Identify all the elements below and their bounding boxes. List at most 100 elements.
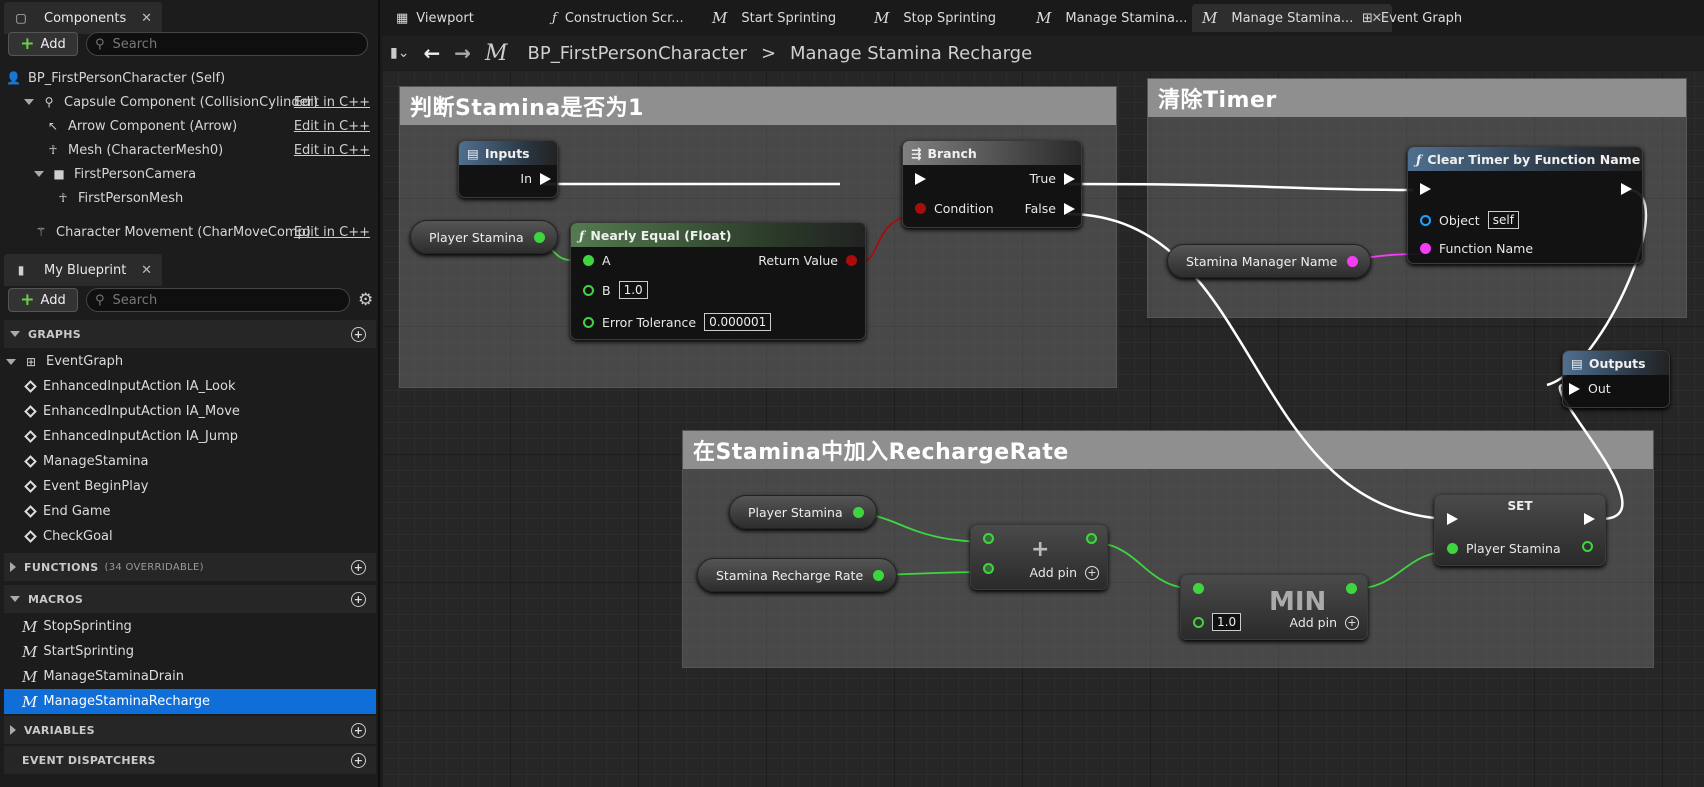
set-out-pin[interactable]	[1582, 541, 1593, 552]
edit-in-cpp-link[interactable]: Edit in C++	[294, 225, 370, 240]
false-exec-pin[interactable]: False	[1025, 201, 1075, 216]
add-node[interactable]: + Add pin +	[970, 524, 1108, 590]
tab-components[interactable]: ▢ Components ✕	[4, 2, 162, 34]
breadcrumb-class[interactable]: BP_FirstPersonCharacter	[528, 43, 747, 64]
inputs-node[interactable]: ▤ Inputs In	[458, 140, 558, 198]
back-arrow-icon[interactable]: ←	[423, 41, 440, 65]
bool-pin-icon[interactable]	[846, 255, 857, 266]
event-item[interactable]: EnhancedInputAction IA_Move	[22, 399, 376, 424]
add-variable-icon[interactable]: +	[351, 722, 366, 738]
tab-construction-script[interactable]: ƒ Construction Scr...	[542, 4, 694, 32]
name-pin-icon[interactable]	[1420, 243, 1431, 254]
event-item[interactable]: CheckGoal	[22, 524, 376, 549]
my-blueprint-add-button[interactable]: + Add	[8, 288, 78, 312]
add-pin-icon[interactable]: +	[1085, 565, 1099, 580]
object-pin-icon[interactable]	[1420, 214, 1431, 226]
float-pin-icon[interactable]	[1086, 533, 1097, 544]
add-pin-button[interactable]: Add pin +	[1029, 565, 1099, 580]
expand-icon[interactable]	[6, 358, 16, 365]
section-variables[interactable]: VARIABLES +	[4, 716, 376, 744]
tab-viewport[interactable]: ▦ Viewport	[386, 4, 484, 32]
exec-pin-icon[interactable]	[1447, 513, 1458, 525]
float-pin-icon[interactable]	[583, 316, 594, 328]
player-stamina-getter[interactable]: Player Stamina	[410, 220, 558, 254]
out-exec-pin[interactable]: Out	[1569, 381, 1611, 396]
float-pin-icon[interactable]	[1346, 583, 1357, 594]
section-functions[interactable]: FUNCTIONS (34 OVERRIDABLE) +	[4, 553, 376, 581]
add-b-pin[interactable]	[983, 563, 994, 574]
float-pin-icon[interactable]	[983, 533, 994, 544]
comment-title[interactable]: 在Stamina中加入RechargeRate	[683, 431, 1653, 469]
float-pin-icon[interactable]	[852, 506, 864, 518]
section-graphs[interactable]: GRAPHS +	[4, 320, 376, 348]
min-node[interactable]: 1.0 MIN Add pin +	[1180, 574, 1368, 640]
comment-title[interactable]: 判断Stamina是否为1	[400, 87, 1116, 125]
object-value-field[interactable]: self	[1487, 211, 1519, 229]
b-pin[interactable]: B 1.0	[583, 281, 648, 299]
exec-pin-icon[interactable]	[1064, 202, 1075, 215]
component-row-movement[interactable]: ⚚ Character Movement (CharMoveComp) Edit i…	[6, 220, 374, 244]
stamina-recharge-rate-getter[interactable]: Stamina Recharge Rate	[697, 558, 898, 592]
comment-title[interactable]: 清除Timer	[1148, 79, 1686, 117]
component-row-mesh[interactable]: ☥ Mesh (CharacterMesh0) Edit in C++	[6, 138, 374, 162]
add-out-pin[interactable]	[1086, 533, 1097, 544]
event-item[interactable]: ManageStamina	[22, 449, 376, 474]
forward-arrow-icon[interactable]: →	[454, 41, 471, 65]
edit-in-cpp-link[interactable]: Edit in C++	[294, 119, 370, 134]
branch-exec-in-pin[interactable]	[915, 173, 926, 185]
nearly-equal-node[interactable]: ƒ Nearly Equal (Float) A B 1.0 Error Toler…	[570, 222, 866, 340]
name-pin-icon[interactable]	[1347, 255, 1359, 267]
return-value-pin[interactable]: Return Value	[758, 253, 857, 268]
edit-in-cpp-link[interactable]: Edit in C++	[294, 95, 370, 110]
event-item[interactable]: End Game	[22, 499, 376, 524]
exec-pin-icon[interactable]	[915, 173, 926, 185]
event-item[interactable]: Event BeginPlay	[22, 474, 376, 499]
branch-node[interactable]: ⇶ Branch Condition True False	[902, 140, 1082, 228]
exec-pin-icon[interactable]	[1064, 172, 1075, 185]
float-pin-icon[interactable]	[1193, 583, 1204, 594]
float-pin-icon[interactable]	[1193, 616, 1204, 628]
tab-manage-stamina-drain[interactable]: M Manage Stamina...	[1026, 4, 1197, 32]
exec-pin-icon[interactable]	[1584, 513, 1595, 525]
function-name-pin[interactable]: Function Name	[1420, 241, 1533, 256]
clear-timer-exec-in-pin[interactable]	[1420, 183, 1431, 195]
add-pin-button[interactable]: Add pin +	[1289, 615, 1359, 630]
add-a-pin[interactable]	[983, 533, 994, 544]
min-value-field[interactable]: 1.0	[1212, 613, 1242, 631]
exec-pin-icon[interactable]	[1621, 183, 1632, 195]
outputs-node[interactable]: ▤ Outputs Out	[1562, 350, 1670, 408]
section-macros[interactable]: MACROS +	[4, 585, 376, 613]
components-search-input[interactable]: ⚲ Search	[86, 32, 368, 56]
macro-item-selected[interactable]: M ManageStaminaRecharge	[4, 689, 376, 714]
component-row-fpmesh[interactable]: ☥ FirstPersonMesh	[6, 186, 374, 210]
float-pin-icon[interactable]	[873, 569, 885, 581]
tab-stop-sprinting[interactable]: M Stop Sprinting	[864, 4, 1006, 32]
add-dispatcher-icon[interactable]: +	[351, 752, 366, 768]
exec-pin-icon[interactable]	[1569, 382, 1580, 395]
set-exec-out-pin[interactable]	[1584, 513, 1595, 525]
set-value-pin[interactable]: Player Stamina	[1447, 541, 1561, 556]
add-function-icon[interactable]: +	[351, 559, 366, 575]
edit-in-cpp-link[interactable]: Edit in C++	[294, 143, 370, 158]
event-item[interactable]: EnhancedInputAction IA_Jump	[22, 424, 376, 449]
stamina-manager-name-getter[interactable]: Stamina Manager Name	[1167, 244, 1372, 278]
component-row-capsule[interactable]: ⚲ Capsule Component (CollisionCylinder) Ed…	[6, 90, 374, 114]
component-row-self[interactable]: 👤 BP_FirstPersonCharacter (Self)	[6, 66, 374, 90]
expand-icon[interactable]	[24, 99, 34, 105]
float-pin-icon[interactable]	[1582, 541, 1593, 552]
float-pin-icon[interactable]	[533, 231, 545, 243]
float-pin-icon[interactable]	[983, 563, 994, 574]
object-pin[interactable]: Object self	[1420, 211, 1519, 229]
graph-item-eventgraph[interactable]: ⊞ EventGraph	[6, 349, 360, 374]
add-macro-icon[interactable]: +	[351, 591, 366, 607]
components-add-button[interactable]: + Add	[8, 32, 78, 56]
close-icon[interactable]: ✕	[141, 263, 152, 278]
macro-item[interactable]: M ManageStaminaDrain	[22, 664, 376, 689]
player-stamina-getter-2[interactable]: Player Stamina	[729, 495, 877, 529]
tab-my-blueprint[interactable]: ▮ My Blueprint ✕	[4, 254, 162, 286]
tolerance-value-field[interactable]: 0.000001	[704, 313, 772, 331]
add-graph-icon[interactable]: +	[351, 326, 366, 342]
float-pin-icon[interactable]	[583, 255, 594, 266]
clear-timer-node[interactable]: ƒ Clear Timer by Function Name Object self…	[1407, 146, 1643, 264]
bookmark-icon[interactable]: ▮⌄	[390, 45, 409, 61]
